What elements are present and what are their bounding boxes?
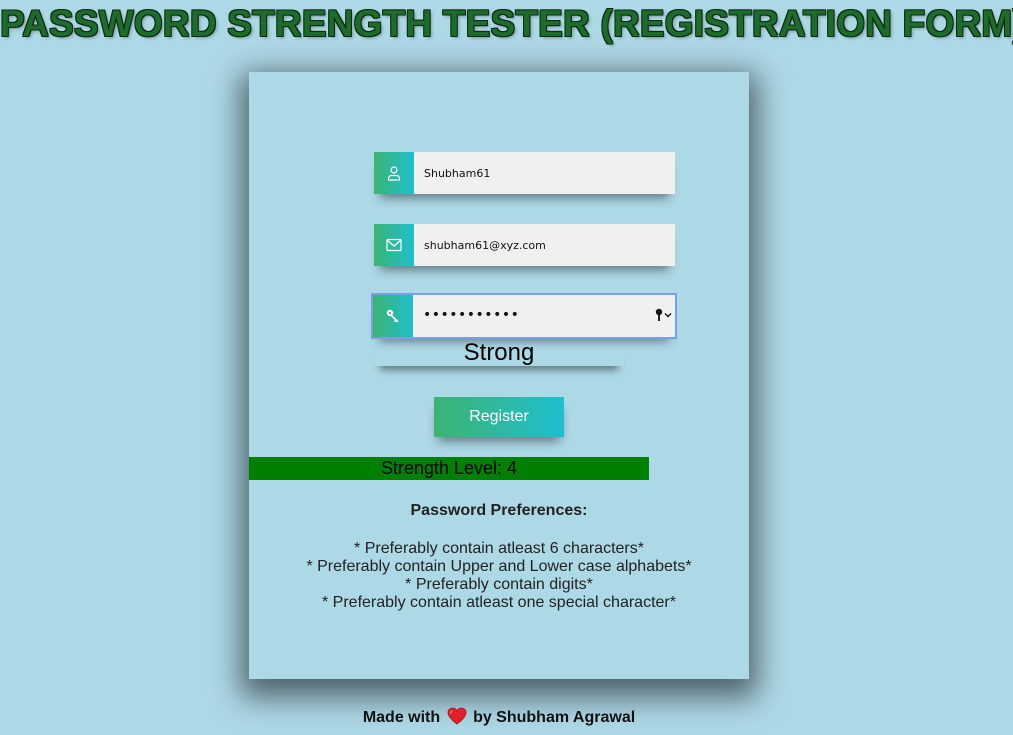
username-input[interactable] [424, 152, 675, 194]
page-title: PASSWORD STRENGTH TESTER (REGISTRATION F… [0, 3, 1013, 44]
preference-item: * Preferably contain digits* [405, 576, 593, 593]
heart-icon [447, 707, 467, 730]
preference-item: * Preferably contain atleast one special… [322, 594, 676, 611]
key-icon [373, 295, 413, 337]
email-field [374, 224, 675, 266]
password-input[interactable]: ••••••••••• [423, 307, 519, 323]
key-dropdown-icon[interactable] [655, 308, 673, 322]
strength-label: Strong [374, 341, 624, 366]
user-icon [374, 152, 414, 194]
email-input[interactable] [424, 224, 675, 266]
preferences-list: * Preferably contain atleast 6 character… [249, 540, 749, 612]
preferences-heading: Password Preferences: [410, 502, 588, 519]
footer: Made with by Shubham Agrawal [0, 707, 998, 730]
register-button[interactable]: Register [434, 397, 564, 437]
footer-suffix: by Shubham Agrawal [473, 709, 636, 726]
password-field[interactable]: ••••••••••• [371, 293, 677, 339]
username-field [374, 152, 675, 194]
strength-level-text: Strength Level: 4 [380, 458, 518, 478]
registration-card: ••••••••••• Strong Register Strength Lev… [249, 72, 749, 679]
footer-prefix: Made with [362, 709, 441, 726]
strength-bar: Strength Level: 4 [249, 457, 649, 480]
preference-item: * Preferably contain Upper and Lower cas… [306, 558, 692, 575]
preference-item: * Preferably contain atleast 6 character… [354, 540, 644, 557]
envelope-icon [374, 224, 414, 266]
